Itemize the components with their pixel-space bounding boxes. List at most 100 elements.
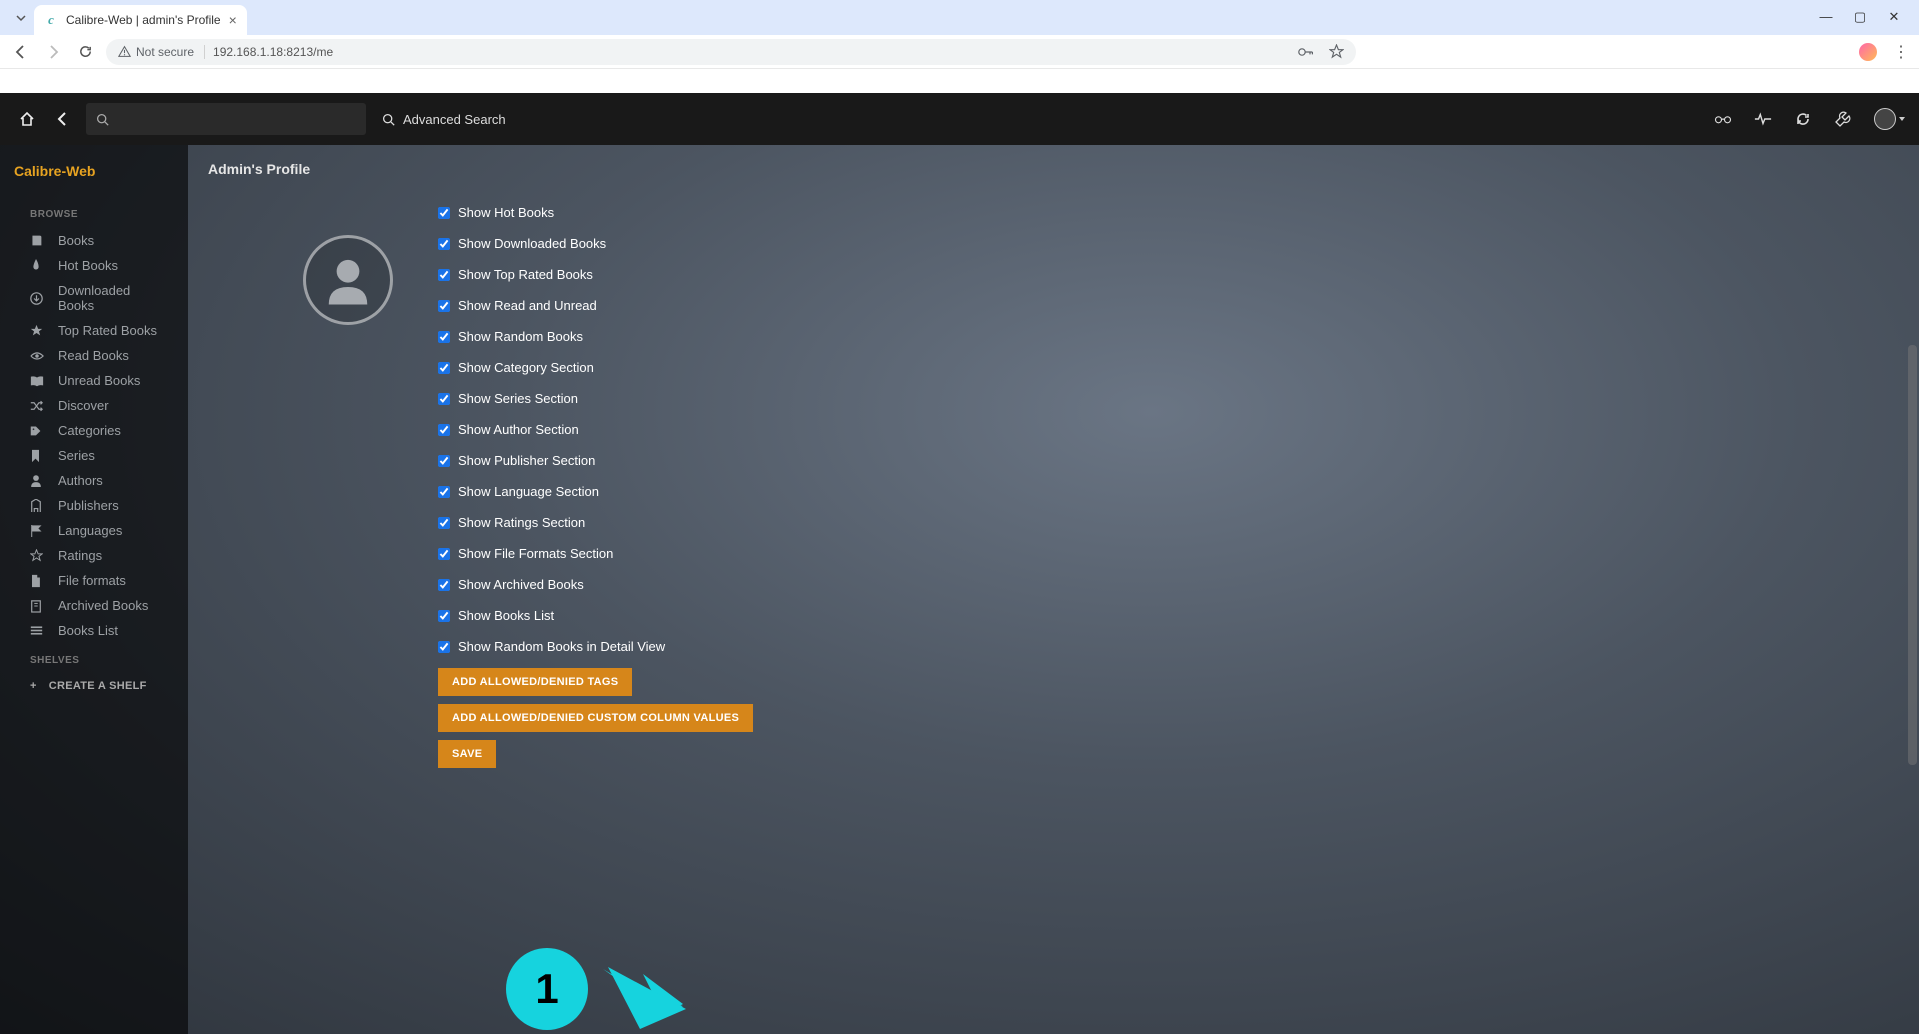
checkbox-show-author-section[interactable] — [438, 424, 450, 436]
wrench-icon[interactable] — [1834, 110, 1852, 128]
sidebar-item-label: Languages — [58, 523, 122, 538]
sidebar-item-books[interactable]: Books — [0, 228, 188, 253]
vertical-scrollbar[interactable] — [1905, 145, 1919, 1034]
sidebar-item-read-books[interactable]: Read Books — [0, 343, 188, 368]
checkbox-row-show-ratings-section: Show Ratings Section — [438, 507, 1338, 538]
sidebar-item-label: Publishers — [58, 498, 119, 513]
checkbox-row-show-file-formats-section: Show File Formats Section — [438, 538, 1338, 569]
add-allowed-denied-tags-button[interactable]: ADD ALLOWED/DENIED TAGS — [438, 668, 632, 696]
reload-icon[interactable] — [74, 41, 96, 63]
checkbox-show-series-section[interactable] — [438, 393, 450, 405]
advanced-search-label: Advanced Search — [403, 112, 506, 127]
checkbox-label: Show Ratings Section — [458, 515, 585, 530]
checkbox-show-archived-books[interactable] — [438, 579, 450, 591]
sidebar-item-discover[interactable]: Discover — [0, 393, 188, 418]
checkbox-row-show-top-rated-books: Show Top Rated Books — [438, 259, 1338, 290]
sidebar-item-publishers[interactable]: Publishers — [0, 493, 188, 518]
checkbox-show-file-formats-section[interactable] — [438, 548, 450, 560]
shuffle-icon — [30, 400, 44, 412]
create-shelf-button[interactable]: + CREATE A SHELF — [0, 674, 188, 698]
checkbox-show-language-section[interactable] — [438, 486, 450, 498]
sidebar-item-label: Series — [58, 448, 95, 463]
refresh-icon[interactable] — [1794, 110, 1812, 128]
close-tab-icon[interactable]: × — [229, 13, 237, 27]
address-bar[interactable]: Not secure 192.168.1.18:8213/me — [106, 39, 1356, 65]
checkbox-label: Show File Formats Section — [458, 546, 613, 561]
url-text: 192.168.1.18:8213/me — [213, 45, 333, 59]
browse-section-label: BROWSE — [0, 197, 188, 228]
sidebar-item-label: Top Rated Books — [58, 323, 157, 338]
nav-back-icon[interactable] — [10, 41, 32, 63]
advanced-search-link[interactable]: Advanced Search — [382, 112, 506, 127]
sidebar-item-books-list[interactable]: Books List — [0, 618, 188, 643]
checkbox-row-show-downloaded-books: Show Downloaded Books — [438, 228, 1338, 259]
tab-list-dropdown-icon[interactable] — [12, 9, 30, 27]
shelves-section-label: SHELVES — [0, 643, 188, 674]
minimize-icon[interactable]: — — [1819, 9, 1833, 25]
sidebar-item-hot-books[interactable]: Hot Books — [0, 253, 188, 278]
sidebar-item-languages[interactable]: Languages — [0, 518, 188, 543]
sidebar-item-label: File formats — [58, 573, 126, 588]
add-allowed-denied-columns-button[interactable]: ADD ALLOWED/DENIED CUSTOM COLUMN VALUES — [438, 704, 753, 732]
file-icon — [30, 574, 44, 588]
browser-right-tools: ⋮ — [1859, 42, 1909, 62]
save-button[interactable]: SAVE — [438, 740, 496, 768]
app-header: Advanced Search — [0, 93, 1919, 145]
sidebar-item-file-formats[interactable]: File formats — [0, 568, 188, 593]
checkbox-label: Show Archived Books — [458, 577, 584, 592]
checkbox-show-read-and-unread[interactable] — [438, 300, 450, 312]
checkbox-row-show-hot-books: Show Hot Books — [438, 197, 1338, 228]
download-icon — [30, 292, 44, 305]
user-menu[interactable] — [1874, 108, 1905, 130]
sidebar-item-top-rated-books[interactable]: Top Rated Books — [0, 318, 188, 343]
scrollbar-thumb[interactable] — [1908, 345, 1917, 765]
glasses-icon[interactable] — [1714, 110, 1732, 128]
sidebar-item-label: Discover — [58, 398, 109, 413]
checkbox-show-books-list[interactable] — [438, 610, 450, 622]
checkbox-show-ratings-section[interactable] — [438, 517, 450, 529]
checkbox-show-random-books[interactable] — [438, 331, 450, 343]
checkbox-show-downloaded-books[interactable] — [438, 238, 450, 250]
eye-icon — [30, 351, 44, 361]
maximize-icon[interactable]: ▢ — [1853, 9, 1867, 25]
security-chip[interactable]: Not secure — [118, 45, 205, 59]
browser-tab[interactable]: c Calibre-Web | admin's Profile × — [34, 5, 247, 35]
checkbox-show-publisher-section[interactable] — [438, 455, 450, 467]
sidebar-item-label: Ratings — [58, 548, 102, 563]
bookmark-star-icon[interactable] — [1328, 44, 1344, 60]
plus-icon: + — [30, 680, 37, 692]
browser-content-gap — [0, 69, 1919, 93]
sidebar-item-authors[interactable]: Authors — [0, 468, 188, 493]
sidebar-item-series[interactable]: Series — [0, 443, 188, 468]
sidebar-item-ratings[interactable]: Ratings — [0, 543, 188, 568]
chrome-menu-icon[interactable]: ⋮ — [1893, 42, 1909, 62]
checkbox-row-show-language-section: Show Language Section — [438, 476, 1338, 507]
nav-forward-icon — [42, 41, 64, 63]
checkbox-show-top-rated-books[interactable] — [438, 269, 450, 281]
window-controls: — ▢ ✕ — [1819, 9, 1919, 35]
sidebar-item-label: Downloaded Books — [58, 283, 158, 313]
brand-label[interactable]: Calibre-Web — [0, 163, 188, 197]
checkbox-row-show-archived-books: Show Archived Books — [438, 569, 1338, 600]
search-icon — [96, 113, 109, 126]
header-back-icon[interactable] — [50, 106, 76, 132]
warning-triangle-icon — [118, 45, 131, 58]
sidebar-item-label: Books — [58, 233, 94, 248]
person-silhouette-icon — [320, 252, 376, 308]
star-icon — [30, 324, 44, 337]
search-input[interactable] — [86, 103, 366, 135]
home-icon[interactable] — [14, 106, 40, 132]
password-key-icon[interactable] — [1298, 44, 1314, 60]
sidebar-item-downloaded-books[interactable]: Downloaded Books — [0, 278, 188, 318]
checkbox-show-category-section[interactable] — [438, 362, 450, 374]
heartbeat-icon[interactable] — [1754, 110, 1772, 128]
checkbox-show-random-books-in-detail-view[interactable] — [438, 641, 450, 653]
sidebar-item-archived-books[interactable]: Archived Books — [0, 593, 188, 618]
checkbox-label: Show Downloaded Books — [458, 236, 606, 251]
sidebar-item-categories[interactable]: Categories — [0, 418, 188, 443]
sidebar-item-unread-books[interactable]: Unread Books — [0, 368, 188, 393]
chrome-profile-avatar[interactable] — [1859, 43, 1877, 61]
star-o-icon — [30, 549, 44, 562]
close-window-icon[interactable]: ✕ — [1887, 9, 1901, 25]
checkbox-show-hot-books[interactable] — [438, 207, 450, 219]
